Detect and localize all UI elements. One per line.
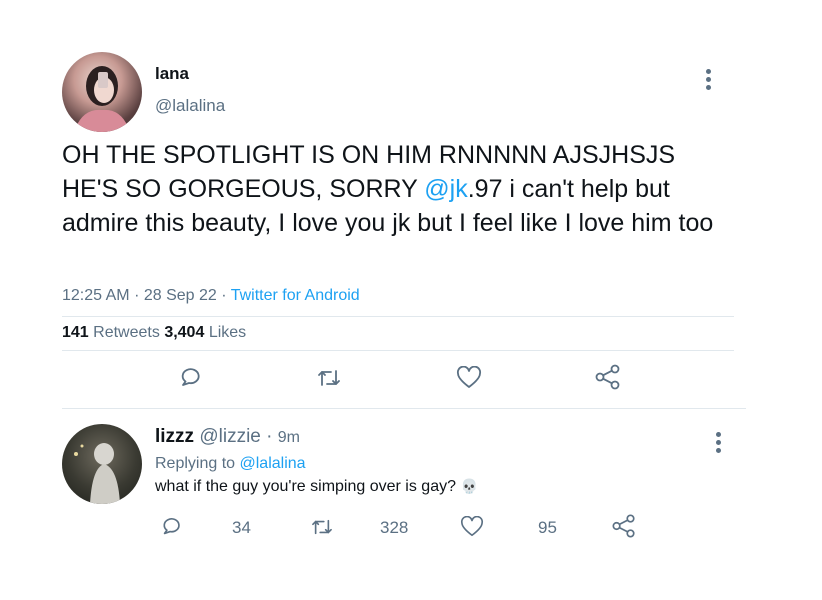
reply-header: lizzz @lizzie · 9m <box>155 426 300 447</box>
replying-to: Replying to @lalalina <box>155 455 306 473</box>
tweet-meta: 12:25 AM · 28 Sep 22 · Twitter for Andro… <box>62 287 360 304</box>
reply-like-count: 95 <box>538 518 557 537</box>
likes-stat[interactable]: 3,404 Likes <box>164 324 246 341</box>
reply-share-icon[interactable] <box>610 512 638 540</box>
likes-count: 3,404 <box>164 324 205 341</box>
retweets-count: 141 <box>62 324 89 341</box>
reply-author-avatar[interactable] <box>62 424 142 504</box>
divider <box>62 408 746 409</box>
mention-link[interactable]: @jk <box>424 175 467 203</box>
retweets-label: Retweets <box>93 324 160 341</box>
reply-author-name[interactable]: lizzz <box>155 426 194 447</box>
divider <box>62 350 734 351</box>
author-avatar[interactable] <box>62 52 142 132</box>
likes-label: Likes <box>208 324 247 341</box>
reply-text-body: what if the guy you're simping over is g… <box>155 478 456 495</box>
share-icon[interactable] <box>593 362 623 392</box>
reply-reply-icon[interactable] <box>158 514 184 540</box>
author-name[interactable]: lana <box>155 64 189 84</box>
reply-retweet-count: 328 <box>380 518 409 537</box>
reply-like-icon[interactable] <box>458 514 486 540</box>
reply-more-icon[interactable] <box>716 429 721 456</box>
replying-handle[interactable]: @lalalina <box>240 455 306 472</box>
reply-retweet-icon[interactable] <box>308 514 336 540</box>
reply-author-handle[interactable]: @lizzie <box>199 426 261 447</box>
skull-emoji: 💀 <box>460 478 478 494</box>
like-icon[interactable] <box>454 364 484 392</box>
tweet-date[interactable]: 28 Sep 22 <box>144 287 217 304</box>
more-icon[interactable] <box>706 66 711 93</box>
reply-count: 34 <box>232 518 251 537</box>
retweet-icon[interactable] <box>314 364 344 392</box>
engagement-stats: 141 Retweets 3,404 Likes <box>62 324 246 342</box>
author-handle[interactable]: @lalalina <box>155 96 225 116</box>
reply-text: what if the guy you're simping over is g… <box>155 478 478 496</box>
retweets-stat[interactable]: 141 Retweets <box>62 324 160 341</box>
replying-prefix: Replying to <box>155 455 236 472</box>
reply-icon[interactable] <box>176 364 204 392</box>
tweet-time[interactable]: 12:25 AM <box>62 287 130 304</box>
reply-time[interactable]: 9m <box>278 429 300 446</box>
tweet-source[interactable]: Twitter for Android <box>231 287 360 304</box>
divider <box>62 316 734 317</box>
tweet-text: OH THE SPOTLIGHT IS ON HIM RNNNNN AJSJHS… <box>62 138 722 240</box>
